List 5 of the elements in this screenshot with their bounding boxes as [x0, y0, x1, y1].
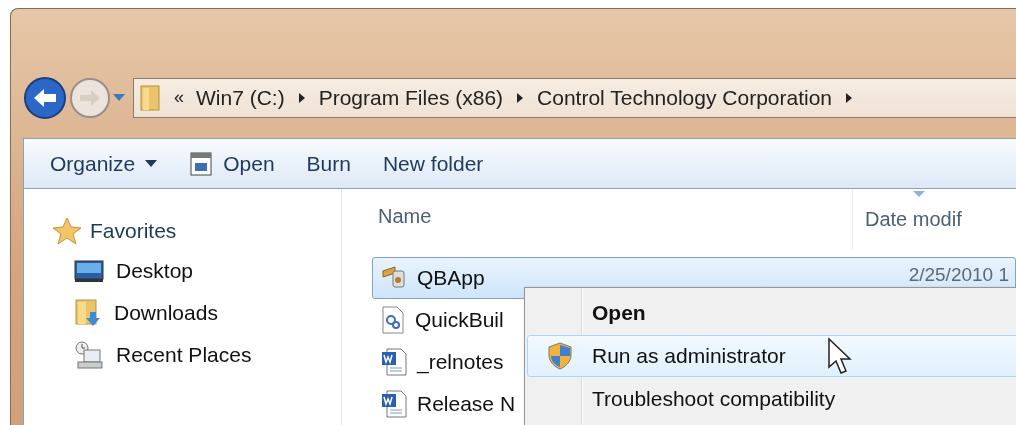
file-name: QBApp [417, 266, 485, 290]
date-modified: 2/25/2010 1 [908, 264, 1009, 286]
file-name: Release N [417, 392, 516, 416]
file-name: QuickBuil [415, 308, 504, 332]
file-name: _relnotes [417, 350, 504, 374]
